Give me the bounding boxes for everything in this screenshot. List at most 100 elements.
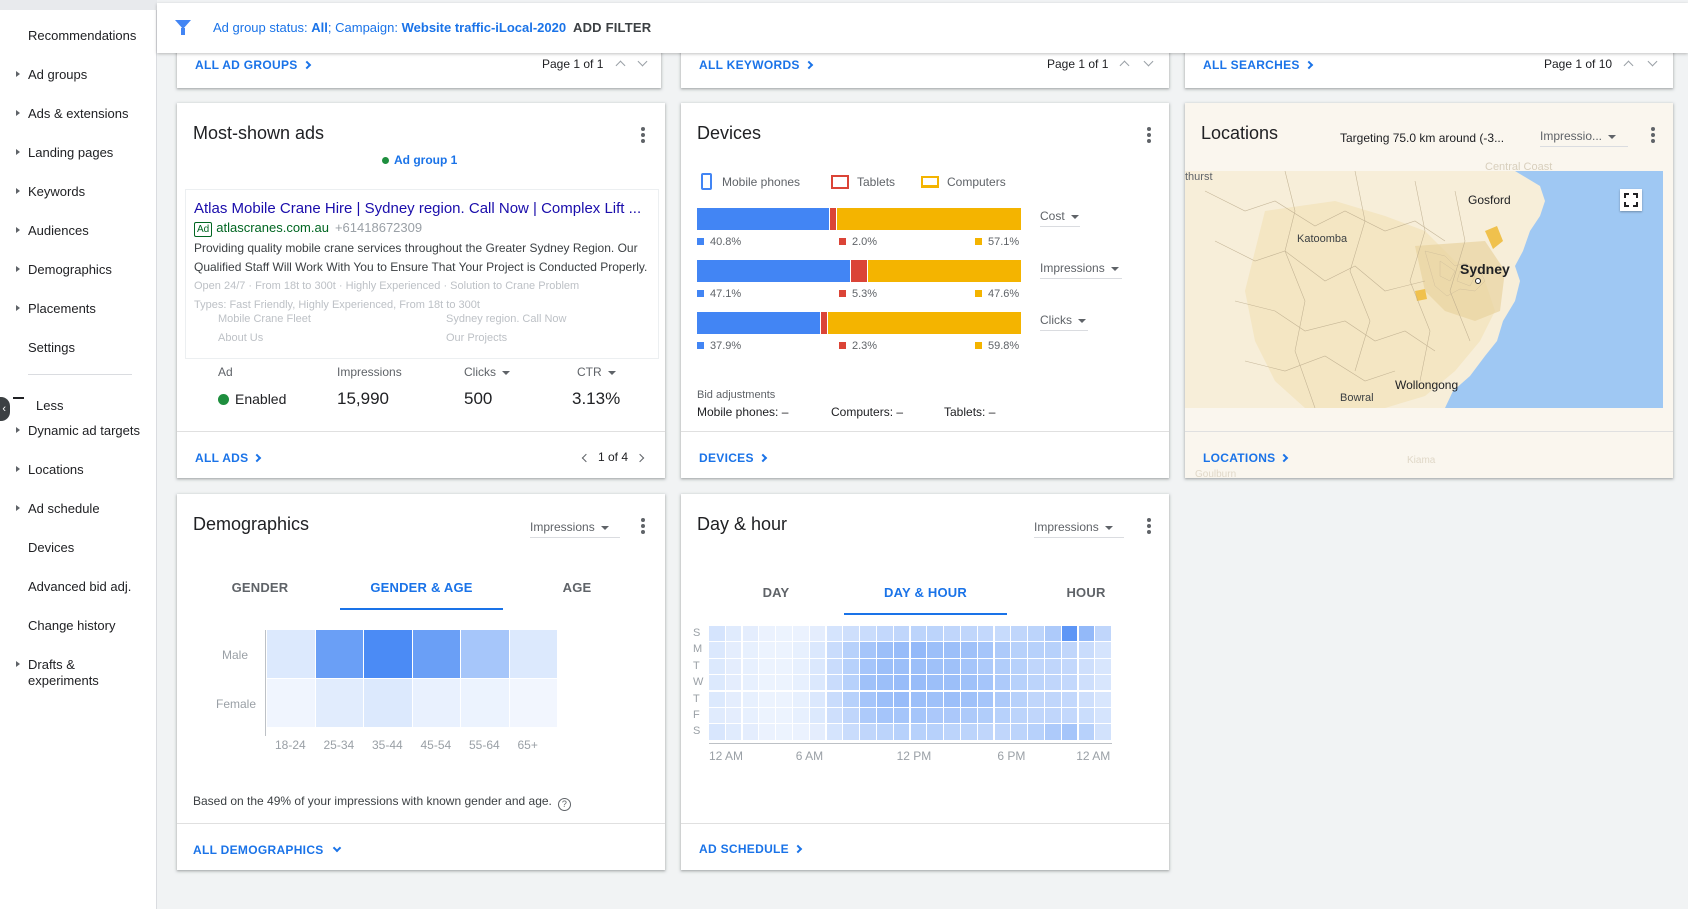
more-vert-icon[interactable]	[1147, 127, 1151, 143]
heatmap-cell[interactable]	[793, 691, 809, 707]
heatmap-cell[interactable]	[1061, 675, 1078, 691]
heatmap-cell[interactable]	[927, 658, 943, 674]
heatmap-cell[interactable]	[877, 724, 893, 740]
heatmap-cell[interactable]	[927, 724, 943, 740]
heatmap-cell[interactable]	[893, 675, 910, 691]
heatmap-cell[interactable]	[1028, 626, 1044, 642]
active-filter-chip[interactable]: Ad group status: All; Campaign: Website …	[213, 20, 566, 35]
heatmap-cell[interactable]	[742, 626, 759, 642]
heatmap-cell[interactable]	[1045, 708, 1061, 724]
heatmap-cell[interactable]	[826, 658, 843, 674]
heatmap-cell[interactable]	[793, 626, 809, 642]
heatmap-cell[interactable]	[910, 724, 927, 740]
heatmap-cell[interactable]	[927, 691, 943, 707]
ad-preview[interactable]: Atlas Mobile Crane Hire | Sydney region.…	[185, 189, 659, 359]
more-vert-icon[interactable]	[641, 518, 645, 534]
heatmap-cell[interactable]	[267, 630, 315, 678]
ad-group-link[interactable]: Ad group 1	[382, 153, 457, 167]
heatmap-cell[interactable]	[910, 626, 927, 642]
heatmap-cell[interactable]	[725, 708, 742, 724]
heatmap-cell[interactable]	[977, 675, 994, 691]
heatmap-cell[interactable]	[1045, 642, 1061, 658]
heatmap-cell[interactable]	[776, 708, 792, 724]
help-icon[interactable]: ?	[557, 798, 571, 811]
heatmap-cell[interactable]	[893, 691, 910, 707]
heatmap-cell[interactable]	[709, 708, 725, 724]
heatmap-cell[interactable]	[759, 642, 775, 658]
page-down-icon[interactable]	[1647, 56, 1658, 67]
heatmap-cell[interactable]	[826, 724, 843, 740]
heatmap-cell[interactable]	[843, 708, 859, 724]
heatmap-cell[interactable]	[860, 626, 876, 642]
heatmap-cell[interactable]	[826, 708, 843, 724]
heatmap-cell[interactable]	[776, 642, 792, 658]
tab-gender-age[interactable]: GENDER & AGE	[340, 580, 503, 595]
heatmap-cell[interactable]	[961, 642, 977, 658]
heatmap-cell[interactable]	[793, 675, 809, 691]
heatmap-cell[interactable]	[994, 658, 1011, 674]
heatmap-cell[interactable]	[910, 642, 927, 658]
heatmap-cell[interactable]	[1095, 675, 1111, 691]
heatmap-cell[interactable]	[961, 708, 977, 724]
all-ad-groups-link[interactable]: ALL AD GROUPS	[195, 58, 311, 72]
heatmap-cell[interactable]	[826, 691, 843, 707]
heatmap-cell[interactable]	[1078, 708, 1095, 724]
heatmap-cell[interactable]	[776, 658, 792, 674]
heatmap-cell[interactable]	[826, 626, 843, 642]
heatmap-cell[interactable]	[1045, 675, 1061, 691]
heatmap-cell[interactable]	[877, 708, 893, 724]
heatmap-cell[interactable]	[977, 708, 994, 724]
heatmap-cell[interactable]	[709, 691, 725, 707]
page-up-icon[interactable]	[615, 60, 626, 71]
heatmap-cell[interactable]	[994, 642, 1011, 658]
ctr-metric-dropdown[interactable]: CTR	[577, 365, 616, 379]
heatmap-cell[interactable]	[725, 724, 742, 740]
heatmap-cell[interactable]	[977, 626, 994, 642]
heatmap-cell[interactable]	[809, 626, 826, 642]
heatmap-cell[interactable]	[1078, 724, 1095, 740]
heatmap-cell[interactable]	[1028, 658, 1044, 674]
heatmap-cell[interactable]	[994, 708, 1011, 724]
heatmap-cell[interactable]	[412, 630, 460, 678]
heatmap-cell[interactable]	[944, 642, 960, 658]
tab-gender[interactable]: GENDER	[215, 580, 305, 595]
heatmap-cell[interactable]	[1028, 642, 1044, 658]
heatmap-cell[interactable]	[877, 658, 893, 674]
heatmap-cell[interactable]	[742, 724, 759, 740]
heatmap-cell[interactable]	[1028, 675, 1044, 691]
heatmap-cell[interactable]	[725, 658, 742, 674]
heatmap-cell[interactable]	[1011, 724, 1027, 740]
heatmap-cell[interactable]	[759, 626, 775, 642]
heatmap-cell[interactable]	[364, 630, 412, 678]
heatmap-cell[interactable]	[809, 708, 826, 724]
heatmap-cell[interactable]	[809, 691, 826, 707]
heatmap-cell[interactable]	[1061, 724, 1078, 740]
heatmap-cell[interactable]	[315, 630, 363, 678]
heatmap-cell[interactable]	[461, 679, 509, 727]
heatmap-cell[interactable]	[994, 675, 1011, 691]
page-down-icon[interactable]	[637, 56, 648, 67]
heatmap-cell[interactable]	[709, 642, 725, 658]
heatmap-cell[interactable]	[961, 724, 977, 740]
heatmap-cell[interactable]	[893, 724, 910, 740]
heatmap-cell[interactable]	[1078, 626, 1095, 642]
heatmap-cell[interactable]	[877, 642, 893, 658]
heatmap-cell[interactable]	[793, 658, 809, 674]
heatmap-cell[interactable]	[994, 724, 1011, 740]
heatmap-cell[interactable]	[860, 658, 876, 674]
heatmap-cell[interactable]	[793, 642, 809, 658]
heatmap-cell[interactable]	[1095, 642, 1111, 658]
collapse-sidebar-button[interactable]: ‹	[0, 397, 10, 421]
heatmap-cell[interactable]	[776, 675, 792, 691]
heatmap-cell[interactable]	[809, 724, 826, 740]
heatmap-cell[interactable]	[994, 626, 1011, 642]
heatmap-cell[interactable]	[709, 724, 725, 740]
heatmap-cell[interactable]	[759, 724, 775, 740]
add-filter-button[interactable]: ADD FILTER	[573, 20, 651, 35]
heatmap-cell[interactable]	[267, 679, 315, 727]
heatmap-cell[interactable]	[927, 708, 943, 724]
more-vert-icon[interactable]	[641, 127, 645, 143]
all-demographics-link[interactable]: ALL DEMOGRAPHICS	[193, 843, 341, 857]
heatmap-cell[interactable]	[725, 642, 742, 658]
heatmap-cell[interactable]	[1045, 724, 1061, 740]
